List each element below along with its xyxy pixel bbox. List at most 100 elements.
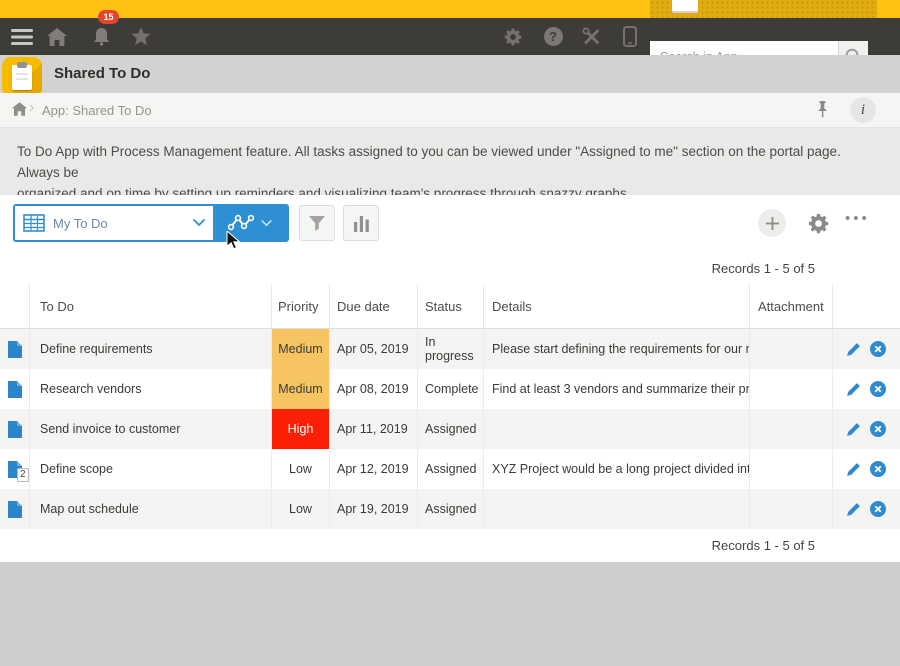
settings-button[interactable] (500, 18, 526, 55)
records-table: To Do Priority Due date Status Details A… (0, 285, 900, 529)
details-cell: Find at least 3 vendors and summarize th… (484, 369, 750, 409)
priority-cell: Medium (272, 369, 330, 409)
dropdown-overlay-artifact (650, 0, 877, 18)
pencil-icon (847, 462, 861, 476)
todo-cell[interactable]: Send invoice to customer (30, 409, 272, 449)
app-info-button[interactable]: i (850, 97, 876, 123)
line-graph-icon (228, 214, 254, 232)
priority-value: Low (272, 449, 329, 489)
graph-view-button[interactable] (213, 206, 287, 240)
record-icon-cell[interactable] (0, 409, 30, 449)
header-attachment[interactable]: Attachment (750, 285, 833, 328)
header-due-date[interactable]: Due date (330, 285, 418, 328)
mobile-icon (623, 26, 637, 47)
record-icon-cell[interactable]: 2 (0, 449, 30, 489)
help-icon: ? (544, 27, 563, 46)
todo-cell[interactable]: Define scope (30, 449, 272, 489)
table-row: Research vendors Medium Apr 08, 2019 Com… (0, 369, 900, 409)
table-view-icon (23, 214, 45, 232)
delete-record-button[interactable] (870, 381, 886, 397)
due-date-cell: Apr 19, 2019 (330, 489, 418, 529)
record-icon-cell[interactable] (0, 369, 30, 409)
chevron-down-icon (193, 219, 205, 227)
brand-strip (0, 0, 900, 18)
favorites-button[interactable] (128, 18, 154, 55)
record-doc-icon (8, 501, 22, 518)
notification-count-badge: 15 (98, 10, 119, 24)
view-selector[interactable]: My To Do (13, 204, 289, 242)
plus-icon (765, 216, 780, 231)
header-status[interactable]: Status (418, 285, 484, 328)
todo-cell[interactable]: Map out schedule (30, 489, 272, 529)
record-icon-cell[interactable] (0, 329, 30, 369)
app-settings-button[interactable] (804, 209, 832, 237)
pencil-icon (847, 382, 861, 396)
delete-record-button[interactable] (870, 501, 886, 517)
filter-button[interactable] (299, 205, 335, 241)
priority-value: Medium (272, 329, 329, 369)
home-icon (12, 102, 27, 116)
header-priority[interactable]: Priority (272, 285, 330, 328)
notifications-button[interactable]: 15 (88, 18, 114, 55)
view-selector-label: My To Do (53, 216, 185, 231)
due-date-cell: Apr 12, 2019 (330, 449, 418, 489)
actions-cell (833, 329, 900, 369)
attachment-count-badge: 2 (17, 468, 29, 482)
pencil-icon (847, 422, 861, 436)
gear-icon (807, 212, 830, 235)
edit-record-button[interactable] (847, 422, 861, 436)
actions-cell (833, 369, 900, 409)
breadcrumb-chevron-icon: › (29, 99, 34, 117)
global-topbar: 15 ? (0, 18, 900, 55)
help-button[interactable]: ? (540, 18, 566, 55)
priority-value: Low (272, 489, 329, 529)
more-options-button[interactable]: ••• (845, 207, 870, 231)
hamburger-menu-button[interactable] (8, 18, 36, 55)
attachment-cell (750, 449, 833, 489)
view-selector-current[interactable]: My To Do (15, 206, 213, 240)
status-cell: Complete (418, 369, 484, 409)
record-doc-icon (8, 421, 22, 438)
chart-button[interactable] (343, 205, 379, 241)
app-icon[interactable] (2, 57, 42, 97)
todo-cell[interactable]: Research vendors (30, 369, 272, 409)
header-todo[interactable]: To Do (30, 285, 272, 328)
app-description-line1: To Do App with Process Management featur… (17, 141, 883, 183)
attachment-cell (750, 369, 833, 409)
header-actions-col (833, 285, 900, 328)
edit-record-button[interactable] (847, 382, 861, 396)
tools-icon (582, 27, 601, 46)
bell-icon (92, 27, 111, 46)
due-date-cell: Apr 11, 2019 (330, 409, 418, 449)
delete-record-button[interactable] (870, 461, 886, 477)
home-button[interactable] (44, 18, 70, 55)
breadcrumb-app-link[interactable]: App: Shared To Do (42, 103, 152, 118)
status-cell: Assigned (418, 409, 484, 449)
record-icon-cell[interactable] (0, 489, 30, 529)
delete-record-button[interactable] (870, 421, 886, 437)
attachment-cell (750, 489, 833, 529)
edit-record-button[interactable] (847, 342, 861, 356)
priority-cell: Low (272, 489, 330, 529)
record-list-area: My To Do (0, 195, 900, 562)
attachment-cell (750, 329, 833, 369)
add-record-button[interactable] (758, 209, 786, 237)
edit-record-button[interactable] (847, 502, 861, 516)
delete-record-button[interactable] (870, 341, 886, 357)
details-cell: Please start defining the requirements f… (484, 329, 750, 369)
pin-button[interactable] (816, 100, 829, 125)
priority-value: Medium (272, 369, 329, 409)
admin-tools-button[interactable] (578, 18, 604, 55)
priority-cell: Low (272, 449, 330, 489)
pencil-icon (847, 502, 861, 516)
overlay-fragment (672, 0, 698, 13)
breadcrumb-home-button[interactable] (12, 102, 27, 121)
pin-icon (816, 100, 829, 120)
details-cell (484, 489, 750, 529)
edit-record-button[interactable] (847, 462, 861, 476)
todo-cell[interactable]: Define requirements (30, 329, 272, 369)
mobile-view-button[interactable] (618, 18, 642, 55)
header-details[interactable]: Details (484, 285, 750, 328)
gear-icon (503, 27, 523, 47)
funnel-icon (308, 215, 326, 232)
